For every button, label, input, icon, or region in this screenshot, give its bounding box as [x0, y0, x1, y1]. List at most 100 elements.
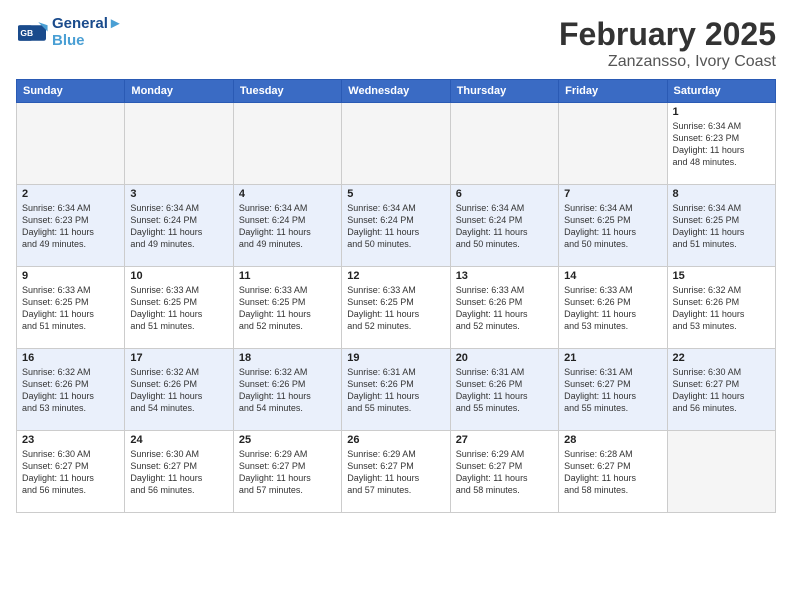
day-number: 27	[456, 434, 553, 446]
day-info: Sunrise: 6:30 AM Sunset: 6:27 PM Dayligh…	[673, 366, 770, 415]
day-info: Sunrise: 6:29 AM Sunset: 6:27 PM Dayligh…	[347, 448, 444, 497]
day-number: 21	[564, 352, 661, 364]
svg-text:GB: GB	[20, 28, 33, 38]
day-number: 24	[130, 434, 227, 446]
calendar-subtitle: Zanzansso, Ivory Coast	[559, 53, 776, 71]
day-number: 28	[564, 434, 661, 446]
day-info: Sunrise: 6:34 AM Sunset: 6:24 PM Dayligh…	[239, 202, 336, 251]
day-cell: 28 Sunrise: 6:28 AM Sunset: 6:27 PM Dayli…	[559, 431, 667, 513]
calendar-week-row: 16 Sunrise: 6:32 AM Sunset: 6:26 PM Dayli…	[17, 349, 776, 431]
calendar-table: SundayMondayTuesdayWednesdayThursdayFrid…	[16, 79, 776, 513]
logo-line1: General►	[52, 16, 123, 33]
day-cell: 2 Sunrise: 6:34 AM Sunset: 6:23 PM Daylig…	[17, 185, 125, 267]
empty-day-cell	[342, 103, 450, 185]
day-number: 8	[673, 188, 770, 200]
day-cell: 8Sunrise: 6:34 AM Sunset: 6:25 PM Daylig…	[667, 185, 775, 267]
day-number: 18	[239, 352, 336, 364]
day-info: Sunrise: 6:34 AM Sunset: 6:23 PM Dayligh…	[22, 202, 119, 251]
calendar-week-row: 1 Sunrise: 6:34 AM Sunset: 6:23 PM Daylig…	[17, 103, 776, 185]
day-info: Sunrise: 6:32 AM Sunset: 6:26 PM Dayligh…	[130, 366, 227, 415]
day-number: 26	[347, 434, 444, 446]
col-header-saturday: Saturday	[667, 80, 775, 103]
day-info: Sunrise: 6:34 AM Sunset: 6:24 PM Dayligh…	[456, 202, 553, 251]
day-number: 19	[347, 352, 444, 364]
day-cell: 18 Sunrise: 6:32 AM Sunset: 6:26 PM Dayli…	[233, 349, 341, 431]
day-cell: 4 Sunrise: 6:34 AM Sunset: 6:24 PM Daylig…	[233, 185, 341, 267]
day-info: Sunrise: 6:30 AM Sunset: 6:27 PM Dayligh…	[22, 448, 119, 497]
day-number: 2	[22, 188, 119, 200]
day-info: Sunrise: 6:34 AM Sunset: 6:25 PM Dayligh…	[564, 202, 661, 251]
calendar-week-row: 2 Sunrise: 6:34 AM Sunset: 6:23 PM Daylig…	[17, 185, 776, 267]
day-number: 17	[130, 352, 227, 364]
empty-day-cell	[667, 431, 775, 513]
day-info: Sunrise: 6:31 AM Sunset: 6:26 PM Dayligh…	[456, 366, 553, 415]
day-number: 25	[239, 434, 336, 446]
day-number: 22	[673, 352, 770, 364]
day-cell: 15 Sunrise: 6:32 AM Sunset: 6:26 PM Dayli…	[667, 267, 775, 349]
day-info: Sunrise: 6:29 AM Sunset: 6:27 PM Dayligh…	[239, 448, 336, 497]
day-info: Sunrise: 6:33 AM Sunset: 6:25 PM Dayligh…	[239, 284, 336, 333]
day-number: 5	[347, 188, 444, 200]
col-header-thursday: Thursday	[450, 80, 558, 103]
day-cell: 16 Sunrise: 6:32 AM Sunset: 6:26 PM Dayli…	[17, 349, 125, 431]
col-header-friday: Friday	[559, 80, 667, 103]
day-info: Sunrise: 6:32 AM Sunset: 6:26 PM Dayligh…	[239, 366, 336, 415]
day-cell: 5 Sunrise: 6:34 AM Sunset: 6:24 PM Daylig…	[342, 185, 450, 267]
day-cell: 27 Sunrise: 6:29 AM Sunset: 6:27 PM Dayli…	[450, 431, 558, 513]
day-cell: 25 Sunrise: 6:29 AM Sunset: 6:27 PM Dayli…	[233, 431, 341, 513]
day-info: Sunrise: 6:33 AM Sunset: 6:26 PM Dayligh…	[456, 284, 553, 333]
day-info: Sunrise: 6:33 AM Sunset: 6:25 PM Dayligh…	[22, 284, 119, 333]
day-info: Sunrise: 6:31 AM Sunset: 6:26 PM Dayligh…	[347, 366, 444, 415]
day-info: Sunrise: 6:30 AM Sunset: 6:27 PM Dayligh…	[130, 448, 227, 497]
page-header: GB General► Blue February 2025 Zanzansso…	[16, 16, 776, 71]
logo-icon: GB	[16, 19, 48, 47]
col-header-monday: Monday	[125, 80, 233, 103]
day-info: Sunrise: 6:32 AM Sunset: 6:26 PM Dayligh…	[22, 366, 119, 415]
col-header-sunday: Sunday	[17, 80, 125, 103]
day-info: Sunrise: 6:29 AM Sunset: 6:27 PM Dayligh…	[456, 448, 553, 497]
calendar-week-row: 9 Sunrise: 6:33 AM Sunset: 6:25 PM Daylig…	[17, 267, 776, 349]
day-cell: 13 Sunrise: 6:33 AM Sunset: 6:26 PM Dayli…	[450, 267, 558, 349]
day-cell: 22 Sunrise: 6:30 AM Sunset: 6:27 PM Dayli…	[667, 349, 775, 431]
day-cell: 14 Sunrise: 6:33 AM Sunset: 6:26 PM Dayli…	[559, 267, 667, 349]
day-cell: 20 Sunrise: 6:31 AM Sunset: 6:26 PM Dayli…	[450, 349, 558, 431]
day-number: 13	[456, 270, 553, 282]
empty-day-cell	[233, 103, 341, 185]
day-info: Sunrise: 6:34 AM Sunset: 6:23 PM Dayligh…	[673, 120, 770, 169]
day-cell: 6 Sunrise: 6:34 AM Sunset: 6:24 PM Daylig…	[450, 185, 558, 267]
day-number: 14	[564, 270, 661, 282]
day-info: Sunrise: 6:33 AM Sunset: 6:26 PM Dayligh…	[564, 284, 661, 333]
col-header-tuesday: Tuesday	[233, 80, 341, 103]
day-info: Sunrise: 6:28 AM Sunset: 6:27 PM Dayligh…	[564, 448, 661, 497]
day-number: 3	[130, 188, 227, 200]
day-cell: 19 Sunrise: 6:31 AM Sunset: 6:26 PM Dayli…	[342, 349, 450, 431]
day-number: 20	[456, 352, 553, 364]
day-info: Sunrise: 6:34 AM Sunset: 6:24 PM Dayligh…	[347, 202, 444, 251]
logo: GB General► Blue	[16, 16, 123, 49]
day-number: 4	[239, 188, 336, 200]
calendar-title: February 2025	[559, 16, 776, 53]
day-number: 11	[239, 270, 336, 282]
day-number: 23	[22, 434, 119, 446]
day-cell: 12 Sunrise: 6:33 AM Sunset: 6:25 PM Dayli…	[342, 267, 450, 349]
day-cell: 17 Sunrise: 6:32 AM Sunset: 6:26 PM Dayli…	[125, 349, 233, 431]
calendar-header-row: SundayMondayTuesdayWednesdayThursdayFrid…	[17, 80, 776, 103]
day-number: 10	[130, 270, 227, 282]
day-number: 16	[22, 352, 119, 364]
day-number: 6	[456, 188, 553, 200]
day-number: 12	[347, 270, 444, 282]
day-cell: 7Sunrise: 6:34 AM Sunset: 6:25 PM Daylig…	[559, 185, 667, 267]
empty-day-cell	[450, 103, 558, 185]
day-number: 9	[22, 270, 119, 282]
day-cell: 23 Sunrise: 6:30 AM Sunset: 6:27 PM Dayli…	[17, 431, 125, 513]
day-cell: 1 Sunrise: 6:34 AM Sunset: 6:23 PM Daylig…	[667, 103, 775, 185]
day-cell: 24 Sunrise: 6:30 AM Sunset: 6:27 PM Dayli…	[125, 431, 233, 513]
day-number: 1	[673, 106, 770, 118]
day-info: Sunrise: 6:32 AM Sunset: 6:26 PM Dayligh…	[673, 284, 770, 333]
day-cell: 10Sunrise: 6:33 AM Sunset: 6:25 PM Dayli…	[125, 267, 233, 349]
day-info: Sunrise: 6:33 AM Sunset: 6:25 PM Dayligh…	[347, 284, 444, 333]
day-number: 15	[673, 270, 770, 282]
calendar-week-row: 23 Sunrise: 6:30 AM Sunset: 6:27 PM Dayli…	[17, 431, 776, 513]
empty-day-cell	[559, 103, 667, 185]
day-cell: 3Sunrise: 6:34 AM Sunset: 6:24 PM Daylig…	[125, 185, 233, 267]
